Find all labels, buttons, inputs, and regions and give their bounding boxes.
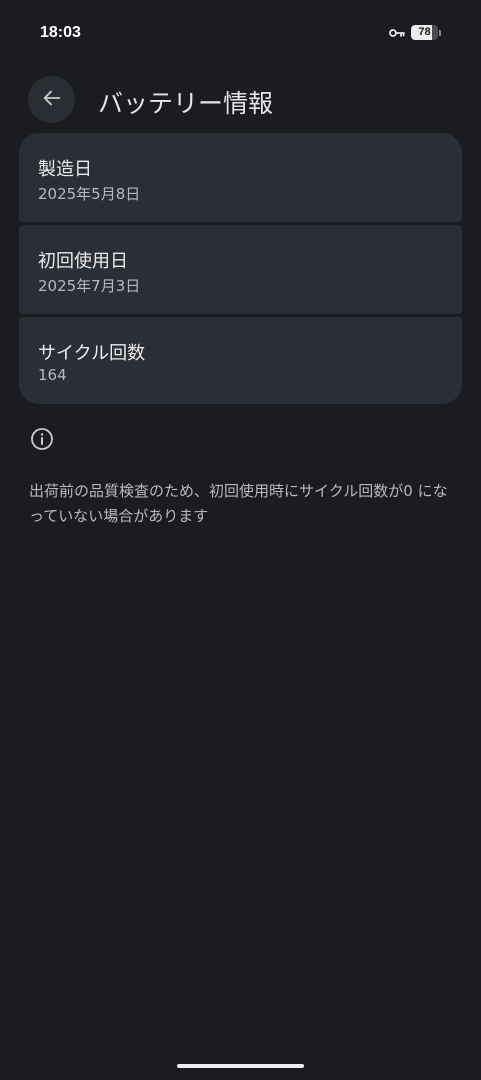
back-button[interactable]: [28, 76, 75, 123]
arrow-back-icon: [41, 87, 63, 113]
app-bar: バッテリー情報: [0, 76, 481, 124]
battery-info-list: 製造日 2025年5月8日 初回使用日 2025年7月3日 サイクル回数 164: [19, 133, 462, 404]
list-item-value: 164: [38, 366, 67, 384]
list-item-manufacture-date: 製造日 2025年5月8日: [19, 133, 462, 222]
list-item-label: 製造日: [38, 159, 92, 180]
info-icon: [30, 427, 54, 451]
info-text: 出荷前の品質検査のため、初回使用時にサイクル回数が0 になっていない場合がありま…: [29, 482, 448, 525]
page-title: バッテリー情報: [98, 89, 274, 118]
battery-indicator: 78: [411, 25, 441, 40]
list-item-first-use-date: 初回使用日 2025年7月3日: [19, 225, 462, 314]
status-bar: 18:03 78: [0, 0, 481, 64]
list-item-value: 2025年5月8日: [38, 185, 141, 203]
status-icons: 78: [389, 25, 441, 40]
list-item-label: サイクル回数: [38, 343, 146, 364]
list-item-value: 2025年7月3日: [38, 277, 141, 295]
list-item-cycle-count: サイクル回数 164: [19, 317, 462, 404]
list-item-label: 初回使用日: [38, 251, 128, 272]
vpn-key-icon: [389, 28, 405, 38]
home-indicator[interactable]: [177, 1064, 304, 1068]
status-time: 18:03: [40, 24, 81, 41]
battery-level: 78: [418, 26, 431, 38]
